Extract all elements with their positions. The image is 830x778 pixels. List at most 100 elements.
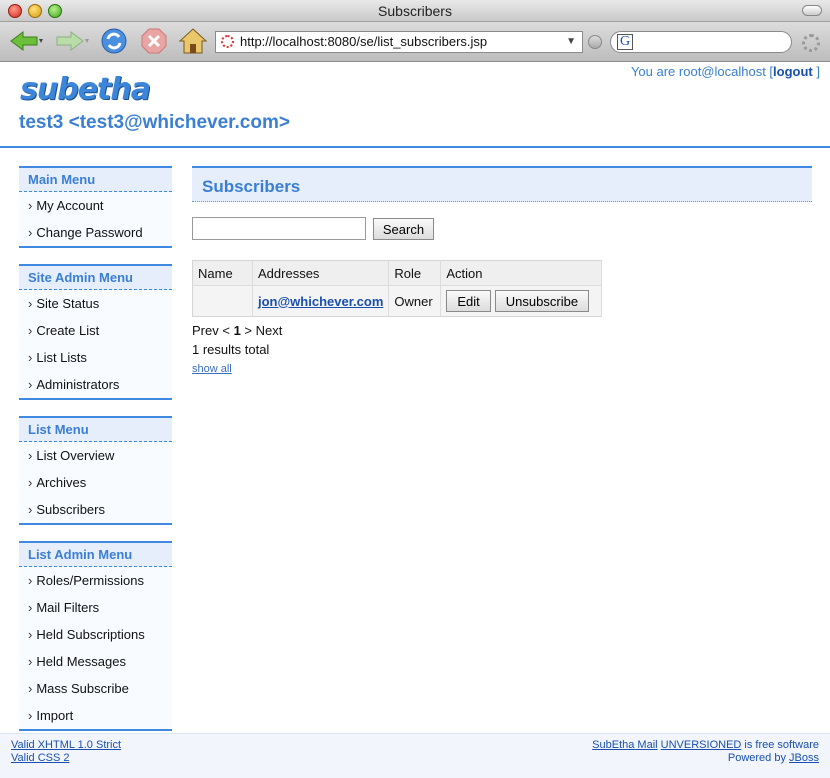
home-button[interactable] bbox=[176, 26, 210, 56]
url-bar[interactable]: http://localhost:8080/se/list_subscriber… bbox=[215, 31, 583, 53]
sidebar-item-list-overview[interactable]: › List Overview bbox=[19, 442, 172, 469]
stop-button[interactable] bbox=[138, 26, 170, 56]
toolbar-toggle-icon[interactable] bbox=[802, 5, 822, 16]
chevron-right-icon: › bbox=[28, 198, 33, 213]
free-software-text: is free software bbox=[741, 739, 819, 751]
sidebar-item-change-password[interactable]: › Change Password bbox=[19, 219, 172, 246]
table-header-row: Name Addresses Role Action bbox=[192, 260, 602, 286]
activity-throbber-icon bbox=[802, 34, 820, 52]
sidebar-item-mass-subscribe[interactable]: › Mass Subscribe bbox=[19, 675, 172, 702]
column-header-addresses: Addresses bbox=[252, 260, 390, 286]
column-header-name: Name bbox=[192, 260, 253, 286]
sidebar: Main Menu › My Account › Change Password S… bbox=[19, 166, 172, 747]
stop-icon bbox=[141, 28, 167, 54]
column-header-role: Role bbox=[388, 260, 442, 286]
sidebar-item-label: Archives bbox=[36, 475, 87, 490]
show-all-link[interactable]: show all bbox=[192, 363, 232, 375]
search-input[interactable] bbox=[192, 217, 366, 240]
jboss-link[interactable]: JBoss bbox=[789, 752, 819, 764]
list-title: test3 <test3@whichever.com> bbox=[19, 112, 290, 133]
chevron-right-icon: › bbox=[28, 708, 33, 723]
page-title: Subscribers bbox=[192, 166, 812, 202]
search-button[interactable]: Search bbox=[373, 218, 434, 240]
sidebar-item-list-lists[interactable]: › List Lists bbox=[19, 344, 172, 371]
zoom-window-icon[interactable] bbox=[48, 4, 62, 18]
sidebar-item-label: List Overview bbox=[36, 448, 115, 463]
subscriber-role: Owner bbox=[388, 285, 442, 317]
browser-search-field[interactable]: G bbox=[610, 31, 792, 53]
user-status-text: You are root@localhost [ bbox=[630, 64, 774, 79]
chevron-right-icon: › bbox=[28, 600, 33, 615]
sidebar-item-my-account[interactable]: › My Account bbox=[19, 192, 172, 219]
sidebar-item-label: Create List bbox=[36, 323, 100, 338]
sidebar-item-create-list[interactable]: › Create List bbox=[19, 317, 172, 344]
sidebar-item-label: Administrators bbox=[36, 377, 120, 392]
subscriber-name bbox=[192, 285, 253, 317]
page-footer: Valid XHTML 1.0 Strict Valid CSS 2 SubEt… bbox=[0, 733, 830, 778]
logout-link[interactable]: logout bbox=[773, 64, 813, 79]
unsubscribe-button[interactable]: Unsubscribe bbox=[494, 290, 590, 312]
edit-button[interactable]: Edit bbox=[446, 290, 491, 312]
sidebar-item-label: Mail Filters bbox=[36, 600, 100, 615]
chevron-right-icon: › bbox=[28, 627, 33, 642]
subscriber-search: Search bbox=[192, 217, 812, 241]
version-link[interactable]: UNVERSIONED bbox=[661, 739, 742, 751]
search-engine-icon[interactable]: G bbox=[617, 34, 633, 50]
column-header-action: Action bbox=[440, 260, 602, 286]
valid-css-link[interactable]: Valid CSS 2 bbox=[11, 752, 70, 764]
chevron-right-icon: › bbox=[28, 448, 33, 463]
sidebar-item-label: Subscribers bbox=[36, 502, 105, 517]
chevron-right-icon: › bbox=[28, 377, 33, 392]
footer-validation: Valid XHTML 1.0 Strict Valid CSS 2 bbox=[11, 739, 121, 765]
pagination: Prev < 1 > Next bbox=[192, 321, 812, 340]
product-link[interactable]: SubEtha Mail bbox=[592, 739, 657, 751]
home-icon bbox=[178, 28, 208, 54]
chevron-right-icon: › bbox=[28, 350, 33, 365]
sidebar-item-held-subscriptions[interactable]: › Held Subscriptions bbox=[19, 621, 172, 648]
forward-arrow-icon bbox=[56, 31, 89, 51]
reload-button[interactable] bbox=[98, 26, 130, 56]
chevron-right-icon: › bbox=[28, 225, 33, 240]
sidebar-item-label: Import bbox=[36, 708, 74, 723]
chevron-right-icon: › bbox=[28, 323, 33, 338]
prev-link[interactable]: Prev < bbox=[192, 323, 230, 338]
close-window-icon[interactable] bbox=[8, 4, 22, 18]
window-titlebar: Subscribers bbox=[0, 0, 830, 22]
back-arrow-icon bbox=[10, 31, 43, 51]
sidebar-item-administrators[interactable]: › Administrators bbox=[19, 371, 172, 398]
next-link[interactable]: > Next bbox=[244, 323, 282, 338]
go-icon[interactable] bbox=[588, 35, 602, 49]
sidebar-item-label: Roles/Permissions bbox=[36, 573, 144, 588]
back-button[interactable] bbox=[6, 26, 46, 56]
sidebar-item-site-status[interactable]: › Site Status bbox=[19, 290, 172, 317]
current-page: 1 bbox=[233, 323, 241, 338]
chevron-right-icon: › bbox=[28, 654, 33, 669]
chevron-down-icon[interactable]: ▼ bbox=[566, 32, 576, 52]
sidebar-item-label: List Lists bbox=[36, 350, 87, 365]
sidebar-item-label: Held Subscriptions bbox=[36, 627, 145, 642]
sidebar-item-archives[interactable]: › Archives bbox=[19, 469, 172, 496]
sidebar-item-subscribers[interactable]: › Subscribers bbox=[19, 496, 172, 523]
subscriber-address-link[interactable]: jon@whichever.com bbox=[258, 294, 383, 309]
sidebar-item-label: Held Messages bbox=[36, 654, 126, 669]
loading-icon bbox=[221, 35, 234, 48]
page-header: subetha You are root@localhost [logout ]… bbox=[0, 62, 830, 148]
subetha-logo[interactable]: subetha bbox=[20, 72, 151, 107]
sidebar-item-label: Mass Subscribe bbox=[36, 681, 129, 696]
main-menu: Main Menu › My Account › Change Password bbox=[19, 166, 172, 248]
chevron-right-icon: › bbox=[28, 681, 33, 696]
menu-title: Site Admin Menu bbox=[19, 266, 172, 290]
chevron-right-icon: › bbox=[28, 296, 33, 311]
sidebar-item-roles-permissions[interactable]: › Roles/Permissions bbox=[19, 567, 172, 594]
sidebar-item-import[interactable]: › Import bbox=[19, 702, 172, 729]
list-admin-menu: List Admin Menu › Roles/Permissions › Mail… bbox=[19, 541, 172, 731]
menu-title: List Admin Menu bbox=[19, 543, 172, 567]
forward-button[interactable] bbox=[52, 26, 92, 56]
browser-toolbar: http://localhost:8080/se/list_subscriber… bbox=[0, 22, 830, 62]
sidebar-item-held-messages[interactable]: › Held Messages bbox=[19, 648, 172, 675]
sidebar-item-mail-filters[interactable]: › Mail Filters bbox=[19, 594, 172, 621]
chevron-right-icon: › bbox=[28, 573, 33, 588]
valid-xhtml-link[interactable]: Valid XHTML 1.0 Strict bbox=[11, 739, 121, 751]
sidebar-item-label: Change Password bbox=[36, 225, 143, 240]
minimize-window-icon[interactable] bbox=[28, 4, 42, 18]
